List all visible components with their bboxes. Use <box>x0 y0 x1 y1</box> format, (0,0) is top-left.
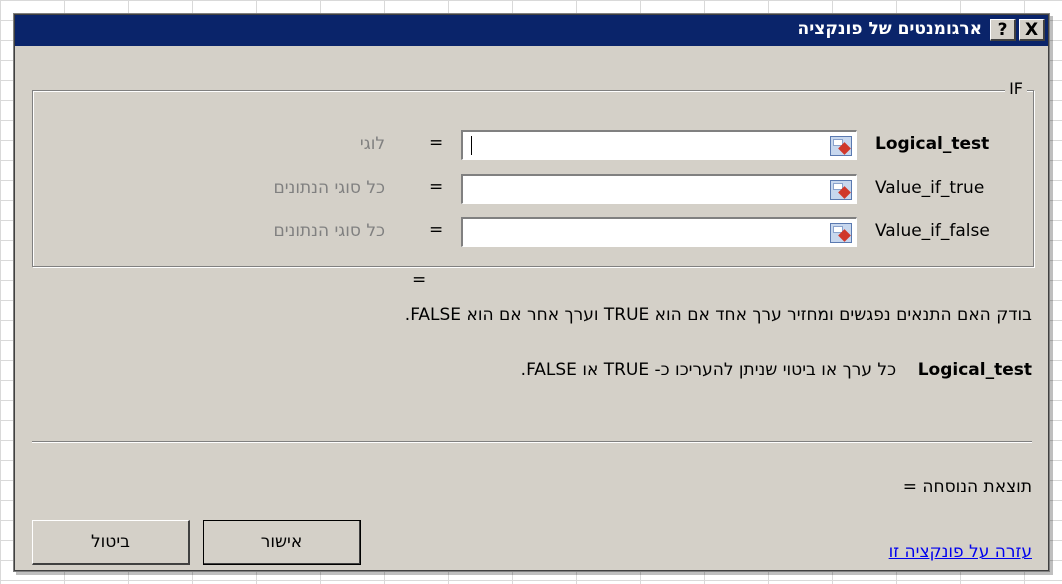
argument-type-hint: לוגי <box>359 134 385 154</box>
range-select-icon[interactable] <box>830 136 852 156</box>
help-button[interactable]: ? <box>990 19 1016 41</box>
range-select-icon[interactable] <box>830 180 852 200</box>
cancel-button[interactable]: ביטול <box>32 520 190 565</box>
equals-sign: = <box>429 133 444 153</box>
value-if-false-input[interactable] <box>461 217 857 247</box>
equals-sign: = <box>429 177 444 197</box>
divider <box>32 441 1032 443</box>
title-buttons: ? X <box>990 19 1045 41</box>
function-result-equals: = <box>412 270 427 290</box>
function-arguments-dialog: ? X ארגומנטים של פונקציה IF לוגי = Logic… <box>15 15 1048 570</box>
function-description: בודק האם התנאים נפגשים ומחזיר ערך אחד אם… <box>404 305 1032 325</box>
range-select-icon[interactable] <box>830 223 852 243</box>
argument-row-value-if-false: כל סוגי הנתונים = Value_if_false <box>33 217 1033 247</box>
argument-description: Logical_test כל ערך או ביטוי שניתן להערי… <box>42 360 1032 380</box>
close-button[interactable]: X <box>1019 19 1045 41</box>
argument-type-hint: כל סוגי הנתונים <box>273 178 385 198</box>
help-on-function-link[interactable]: עזרה על פונקציה זו <box>889 542 1032 562</box>
arguments-group: IF לוגי = Logical_test כל סוגי הנתונים = <box>32 79 1034 267</box>
argument-description-name: Logical_test <box>917 360 1032 380</box>
formula-result-label: תוצאת הנוסחה = <box>902 477 1032 497</box>
equals-sign: = <box>429 220 444 240</box>
argument-row-value-if-true: כל סוגי הנתונים = Value_if_true <box>33 174 1033 204</box>
argument-type-hint: כל סוגי הנתונים <box>273 221 385 241</box>
logical-test-input[interactable] <box>461 130 857 160</box>
argument-row-logical-test: לוגי = Logical_test <box>33 130 1033 160</box>
dialog-title: ארגומנטים של פונקציה <box>797 19 982 39</box>
text-caret <box>471 136 472 155</box>
ok-button[interactable]: אישור <box>203 520 361 565</box>
title-bar[interactable]: ? X ארגומנטים של פונקציה <box>15 15 1048 46</box>
argument-description-text: כל ערך או ביטוי שניתן להעריכו כ- TRUE או… <box>520 360 897 380</box>
function-name: IF <box>1005 79 1027 98</box>
argument-label: Logical_test <box>875 134 990 154</box>
argument-label: Value_if_true <box>875 178 985 198</box>
value-if-true-input[interactable] <box>461 174 857 204</box>
argument-label: Value_if_false <box>875 221 990 241</box>
